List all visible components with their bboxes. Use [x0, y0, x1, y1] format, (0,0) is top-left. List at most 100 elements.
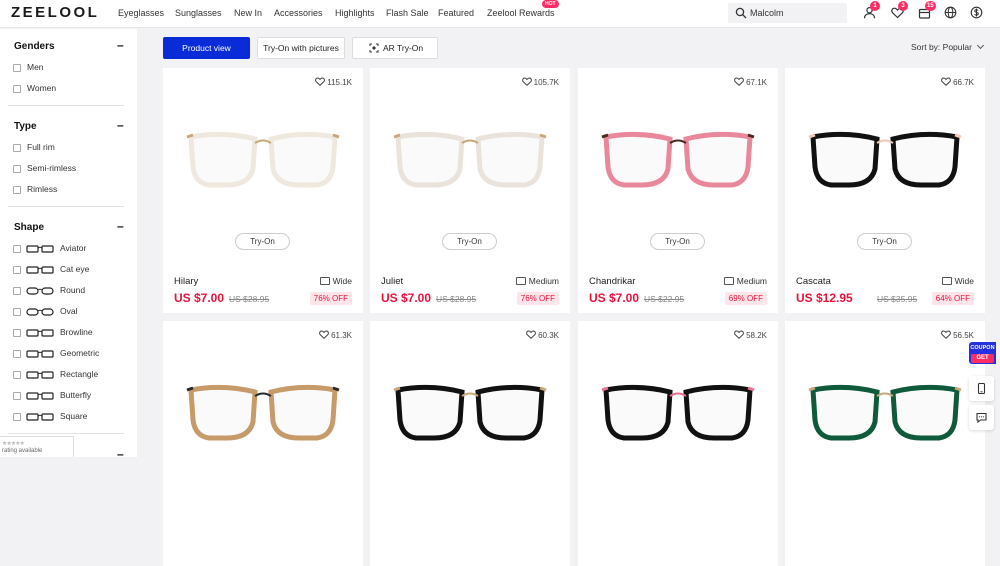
product-card[interactable]: 66.7K Try-On Cascata Wide US $12.95 US $35.95…: [785, 68, 985, 313]
sale-price: US $7.00: [174, 291, 225, 305]
nav-sunglasses[interactable]: Sunglasses: [175, 8, 222, 18]
account-button[interactable]: 1: [863, 1, 880, 20]
app-download-button[interactable]: [969, 376, 994, 401]
like-button[interactable]: 60.3K: [526, 330, 559, 340]
product-name[interactable]: Chandrikar: [589, 276, 635, 287]
checkbox[interactable]: [13, 350, 21, 358]
like-count: 56.5K: [953, 331, 974, 340]
like-button[interactable]: 66.7K: [941, 77, 974, 87]
checkbox[interactable]: [13, 287, 21, 295]
nav-new-in[interactable]: New In: [234, 8, 262, 18]
checkbox[interactable]: [13, 245, 21, 253]
try-on-button[interactable]: Try-On: [650, 233, 705, 250]
product-card[interactable]: 58.2K: [578, 321, 778, 566]
rating-widget[interactable]: ★★★★★ rating available: [0, 436, 74, 457]
geometric-shape-icon: [26, 350, 54, 358]
search-icon: [735, 7, 747, 19]
checkbox[interactable]: [13, 308, 21, 316]
language-button[interactable]: [944, 6, 958, 20]
like-button[interactable]: 58.2K: [734, 330, 767, 340]
nav-zeelool-rewards[interactable]: Zeelool Rewards: [487, 8, 555, 18]
eyeglasses-image[interactable]: [183, 123, 343, 193]
checkbox[interactable]: [13, 144, 21, 152]
nav-accessories[interactable]: Accessories: [274, 8, 323, 18]
ar-try-on-label: AR Try-On: [383, 43, 424, 53]
try-on-with-pictures-button[interactable]: Try-On with pictures: [257, 37, 345, 59]
frame-width: Medium: [515, 276, 559, 286]
product-name[interactable]: Juliet: [381, 276, 403, 287]
checkbox[interactable]: [13, 64, 21, 72]
collapse-genders-button[interactable]: –: [117, 38, 124, 52]
eyeglasses-image[interactable]: [390, 376, 550, 446]
collapse-type-button[interactable]: –: [117, 118, 124, 132]
nav-featured[interactable]: Featured: [438, 8, 474, 18]
zeelool-logo[interactable]: ZEELOOL: [11, 4, 99, 21]
discount-badge: 76% OFF: [309, 292, 352, 305]
eyeglasses-image[interactable]: [183, 376, 343, 446]
nav-highlights[interactable]: Highlights: [335, 8, 375, 18]
like-button[interactable]: 61.3K: [319, 330, 352, 340]
checkbox[interactable]: [13, 392, 21, 400]
coupon-get-label: GET: [971, 354, 994, 363]
eyeglasses-image[interactable]: [598, 123, 758, 193]
frame-width-icon: [319, 277, 330, 285]
like-button[interactable]: 115.1K: [315, 77, 352, 87]
like-button[interactable]: 105.7K: [521, 77, 559, 87]
rating-stars: ★★★★★: [2, 441, 25, 447]
eyeglasses-image[interactable]: [598, 376, 758, 446]
checkbox[interactable]: [13, 413, 21, 421]
eyeglasses-image[interactable]: [390, 123, 550, 193]
filter-shape-title: Shape: [14, 222, 45, 233]
like-count: 115.1K: [327, 78, 352, 87]
frame-width-label: Wide: [332, 276, 352, 286]
divider: [8, 433, 124, 434]
checkbox[interactable]: [13, 186, 21, 194]
discount-badge: 69% OFF: [724, 292, 767, 305]
product-name[interactable]: Cascata: [796, 276, 831, 287]
checkbox[interactable]: [13, 266, 21, 274]
filter-sidebar: Genders – Men Women Type – Full rim Semi…: [0, 29, 137, 461]
original-price: US $22.95: [644, 294, 685, 304]
oval-shape-icon: [26, 308, 54, 316]
collapse-next-button[interactable]: –: [117, 447, 124, 461]
coupon-button[interactable]: COUPON GET: [969, 342, 996, 364]
try-on-button[interactable]: Try-On: [442, 233, 497, 250]
heart-icon: [521, 77, 532, 86]
product-name[interactable]: Hilary: [174, 276, 198, 287]
checkbox[interactable]: [13, 165, 21, 173]
nav-eyeglasses[interactable]: Eyeglasses: [118, 8, 164, 18]
try-on-button[interactable]: Try-On: [235, 233, 290, 250]
original-price: US $35.95: [877, 294, 918, 304]
product-card[interactable]: 105.7K Try-On Juliet Medium US $7.00 US $28.9…: [370, 68, 570, 313]
eyeglasses-image[interactable]: [805, 376, 965, 446]
ar-try-on-button[interactable]: AR Try-On: [352, 37, 438, 59]
frame-width: Medium: [723, 276, 767, 286]
search-input[interactable]: [750, 6, 840, 20]
checkbox[interactable]: [13, 329, 21, 337]
frame-width-icon: [941, 277, 952, 285]
collapse-shape-button[interactable]: –: [117, 219, 124, 233]
like-button[interactable]: 67.1K: [734, 77, 767, 87]
nav-flash-sale[interactable]: Flash Sale: [386, 8, 429, 18]
like-button[interactable]: 56.5K: [941, 330, 974, 340]
frame-width-icon: [723, 277, 734, 285]
cart-button[interactable]: 15: [918, 1, 936, 20]
search-box[interactable]: [728, 3, 847, 23]
heart-icon: [734, 330, 744, 339]
product-card[interactable]: 56.5K: [785, 321, 985, 566]
sort-dropdown[interactable]: Sort by: Popular: [911, 41, 985, 52]
chat-button[interactable]: [969, 405, 994, 430]
try-on-button[interactable]: Try-On: [857, 233, 912, 250]
phone-icon: [977, 383, 986, 394]
product-card[interactable]: 67.1K Try-On Chandrikar Medium US $7.00 US $2…: [578, 68, 778, 313]
wishlist-button[interactable]: 3: [891, 1, 908, 20]
eyeglasses-image[interactable]: [805, 123, 965, 193]
currency-button[interactable]: [970, 6, 984, 20]
product-card[interactable]: 115.1K Try-On Hilary Wide US $7.00 US $28.95 7…: [163, 68, 363, 313]
product-card[interactable]: 61.3K: [163, 321, 363, 566]
checkbox[interactable]: [13, 85, 21, 93]
product-view-button[interactable]: Product view: [163, 37, 250, 59]
frame-width: Wide: [319, 276, 352, 286]
checkbox[interactable]: [13, 371, 21, 379]
product-card[interactable]: 60.3K: [370, 321, 570, 566]
